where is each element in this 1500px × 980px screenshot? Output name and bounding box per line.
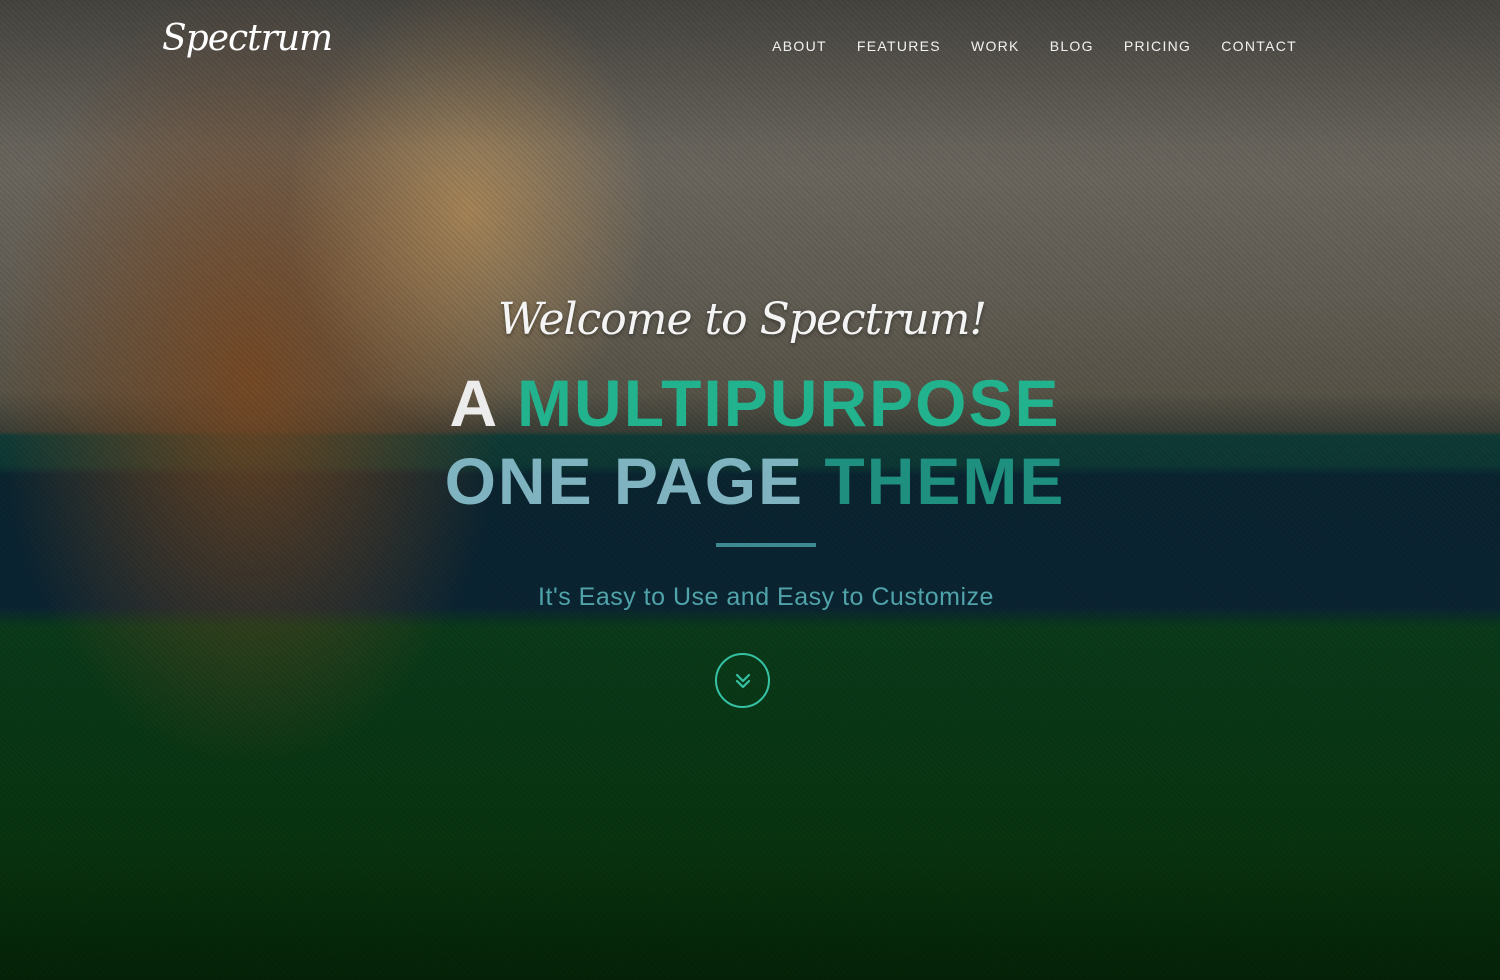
hero-welcome-text: Welcome to Spectrum! xyxy=(497,294,987,345)
hero-tagline: It's Easy to Use and Easy to Customize xyxy=(538,583,994,611)
hero-section: Welcome to Spectrum! A MULTIPURPOSE ONE … xyxy=(0,0,1500,980)
hero-headline: A MULTIPURPOSE ONE PAGE THEME xyxy=(0,364,1500,520)
headline-line2-white: ONE PAGE xyxy=(444,444,805,518)
hero-divider xyxy=(716,543,816,547)
headline-line1-white: A xyxy=(449,366,497,440)
headline-line2-accent: THEME xyxy=(824,444,1066,518)
chevron-double-down-icon xyxy=(735,673,750,688)
scroll-down-button[interactable] xyxy=(715,653,770,708)
headline-line1-accent: MULTIPURPOSE xyxy=(517,366,1061,440)
